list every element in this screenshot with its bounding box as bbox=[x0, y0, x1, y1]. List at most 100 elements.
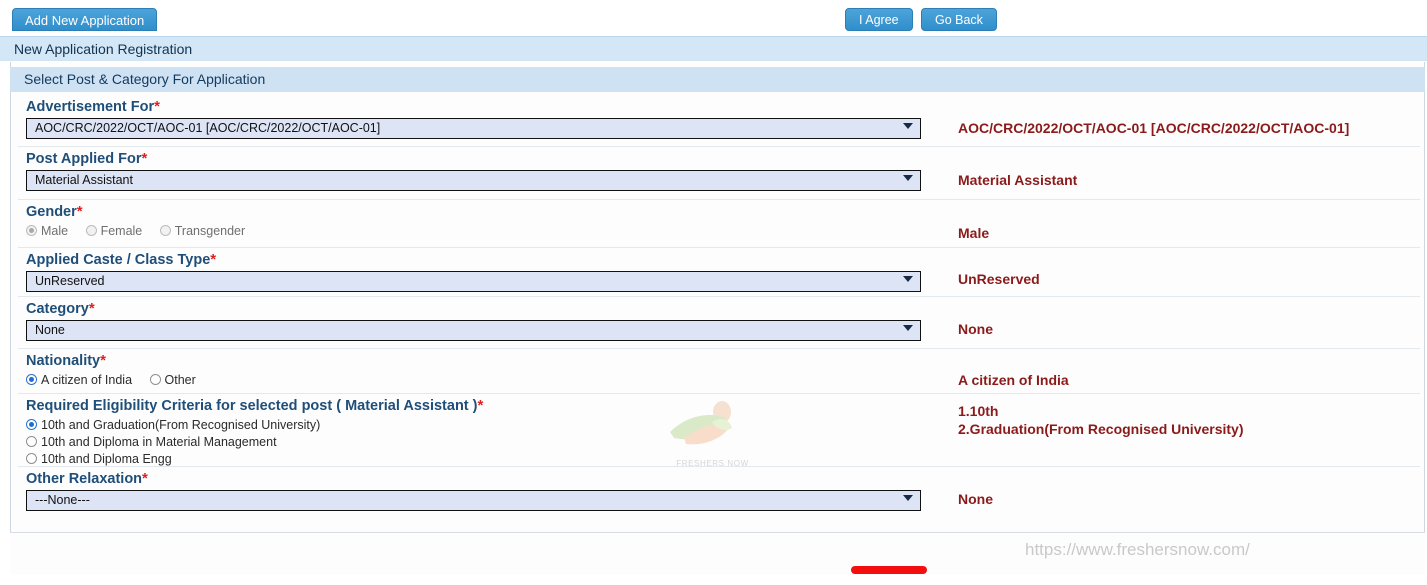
select-caste-value: UnReserved bbox=[35, 274, 105, 288]
summary-advertisement: AOC/CRC/2022/OCT/AOC-01 [AOC/CRC/2022/OC… bbox=[940, 95, 1420, 137]
row-post: Post Applied For* Material Assistant Mat… bbox=[18, 147, 1420, 200]
radio-eligibility-option-2[interactable]: 10th and Diploma in Material Management bbox=[26, 434, 933, 451]
label-caste: Applied Caste / Class Type* bbox=[26, 248, 933, 268]
select-caste[interactable]: UnReserved bbox=[26, 271, 921, 292]
summary-caste-value: UnReserved bbox=[958, 271, 1040, 287]
label-post: Post Applied For* bbox=[26, 147, 933, 167]
chevron-down-icon bbox=[903, 123, 913, 129]
radio-dot-icon bbox=[26, 453, 37, 464]
radio-dot-icon bbox=[159, 224, 171, 236]
row-gender: Gender* Male Female Transgender Male bbox=[18, 200, 1420, 248]
label-eligibility-text: Required Eligibility Criteria for select… bbox=[26, 398, 478, 414]
radio-nationality-india[interactable]: A citizen of India bbox=[26, 373, 132, 387]
row-category: Category* None None bbox=[18, 297, 1420, 349]
field-nationality: Nationality* A citizen of India Other bbox=[18, 349, 933, 387]
summary-advertisement-value: AOC/CRC/2022/OCT/AOC-01 [AOC/CRC/2022/OC… bbox=[958, 120, 1350, 136]
summary-eligibility: 1.10th 2.Graduation(From Recognised Univ… bbox=[940, 394, 1420, 438]
form-area: Advertisement For* AOC/CRC/2022/OCT/AOC-… bbox=[18, 95, 1420, 531]
radiogroup-eligibility: 10th and Graduation(From Recognised Univ… bbox=[26, 417, 933, 468]
required-asterisk: * bbox=[210, 251, 217, 268]
tab-add-new-application[interactable]: Add New Application bbox=[12, 8, 158, 31]
field-relaxation: Other Relaxation* ---None--- bbox=[18, 467, 933, 511]
radio-nationality-other-label: Other bbox=[164, 372, 196, 387]
watermark-url: https://www.freshersnow.com/ bbox=[1025, 540, 1250, 559]
radio-gender-transgender[interactable]: Transgender bbox=[159, 223, 246, 238]
label-gender-text: Gender bbox=[26, 204, 77, 220]
radio-dot-icon bbox=[26, 436, 37, 447]
radio-dot-icon bbox=[26, 373, 37, 385]
select-category[interactable]: None bbox=[26, 320, 921, 341]
radio-dot-icon bbox=[149, 373, 161, 385]
required-asterisk: * bbox=[88, 300, 95, 317]
summary-relaxation: None bbox=[940, 467, 1420, 508]
label-relaxation-text: Other Relaxation bbox=[26, 471, 143, 487]
summary-eligibility-line-1: 1.10th bbox=[958, 403, 999, 419]
radio-nationality-india-label: A citizen of India bbox=[41, 372, 133, 387]
field-advertisement: Advertisement For* AOC/CRC/2022/OCT/AOC-… bbox=[18, 95, 933, 139]
select-relaxation[interactable]: ---None--- bbox=[26, 490, 921, 511]
radio-gender-transgender-label: Transgender bbox=[174, 223, 246, 238]
required-asterisk: * bbox=[100, 352, 106, 369]
radio-gender-female-label: Female bbox=[100, 223, 143, 238]
summary-post-value: Material Assistant bbox=[958, 172, 1078, 188]
field-category: Category* None bbox=[18, 297, 933, 341]
required-asterisk: * bbox=[141, 150, 148, 167]
label-relaxation: Other Relaxation* bbox=[26, 467, 933, 487]
label-category-text: Category bbox=[26, 301, 89, 317]
row-nationality: Nationality* A citizen of India Other A … bbox=[18, 349, 1420, 394]
required-asterisk: * bbox=[154, 98, 160, 115]
label-post-text: Post Applied For bbox=[26, 151, 142, 167]
select-category-value: None bbox=[35, 323, 65, 337]
radio-dot-icon bbox=[26, 419, 37, 430]
radio-eligibility-option-3[interactable]: 10th and Diploma Engg bbox=[26, 451, 933, 468]
radiogroup-gender: Male Female Transgender bbox=[26, 223, 933, 238]
select-post-value: Material Assistant bbox=[35, 173, 133, 187]
row-caste: Applied Caste / Class Type* UnReserved U… bbox=[18, 248, 1420, 297]
radio-gender-female[interactable]: Female bbox=[85, 223, 143, 238]
label-caste-text: Applied Caste / Class Type bbox=[26, 252, 211, 268]
radio-nationality-other[interactable]: Other bbox=[149, 372, 196, 387]
page-title-banner: New Application Registration bbox=[0, 36, 1427, 61]
select-relaxation-value: ---None--- bbox=[35, 493, 90, 507]
radio-gender-male-label: Male bbox=[41, 223, 69, 238]
chevron-down-icon bbox=[903, 495, 913, 501]
label-nationality-text: Nationality bbox=[26, 353, 101, 369]
summary-eligibility-line-2: 2.Graduation(From Recognised University) bbox=[958, 421, 1244, 437]
radiogroup-nationality: A citizen of India Other bbox=[26, 372, 933, 387]
summary-category: None bbox=[940, 297, 1420, 338]
required-asterisk: * bbox=[76, 203, 83, 220]
label-category: Category* bbox=[26, 297, 933, 317]
select-advertisement-value: AOC/CRC/2022/OCT/AOC-01 [AOC/CRC/2022/OC… bbox=[35, 121, 381, 135]
tab-strip: Add New Application bbox=[0, 0, 1427, 36]
summary-relaxation-value: None bbox=[958, 491, 993, 507]
chevron-down-icon bbox=[903, 175, 913, 181]
radio-dot-icon bbox=[85, 224, 97, 236]
row-advertisement: Advertisement For* AOC/CRC/2022/OCT/AOC-… bbox=[18, 95, 1420, 147]
radio-eligibility-option-1[interactable]: 10th and Graduation(From Recognised Univ… bbox=[26, 417, 933, 434]
row-eligibility: Required Eligibility Criteria for select… bbox=[18, 394, 1420, 467]
field-post: Post Applied For* Material Assistant bbox=[18, 147, 933, 191]
section-title-banner: Select Post & Category For Application bbox=[10, 67, 1425, 92]
summary-caste: UnReserved bbox=[940, 248, 1420, 288]
summary-nationality: A citizen of India bbox=[940, 349, 1420, 389]
row-relaxation: Other Relaxation* ---None--- None bbox=[18, 467, 1420, 519]
required-asterisk: * bbox=[477, 397, 484, 414]
field-gender: Gender* Male Female Transgender bbox=[18, 200, 933, 238]
radio-eligibility-option-3-label: 10th and Diploma Engg bbox=[41, 452, 172, 466]
select-post[interactable]: Material Assistant bbox=[26, 170, 921, 191]
go-back-button[interactable]: Go Back bbox=[921, 8, 997, 31]
application-registration-page: Add New Application New Application Regi… bbox=[0, 0, 1427, 585]
field-eligibility: Required Eligibility Criteria for select… bbox=[18, 394, 933, 468]
summary-category-value: None bbox=[958, 321, 993, 337]
required-asterisk: * bbox=[142, 470, 148, 487]
chevron-down-icon bbox=[903, 325, 913, 331]
i-agree-button[interactable]: I Agree bbox=[845, 8, 913, 31]
summary-post: Material Assistant bbox=[940, 147, 1420, 189]
label-nationality: Nationality* bbox=[26, 349, 933, 369]
label-gender: Gender* bbox=[26, 200, 933, 220]
label-eligibility: Required Eligibility Criteria for select… bbox=[26, 394, 933, 414]
radio-dot-icon bbox=[26, 224, 37, 236]
select-advertisement[interactable]: AOC/CRC/2022/OCT/AOC-01 [AOC/CRC/2022/OC… bbox=[26, 118, 921, 139]
label-advertisement: Advertisement For* bbox=[26, 95, 933, 115]
radio-gender-male[interactable]: Male bbox=[26, 224, 68, 238]
